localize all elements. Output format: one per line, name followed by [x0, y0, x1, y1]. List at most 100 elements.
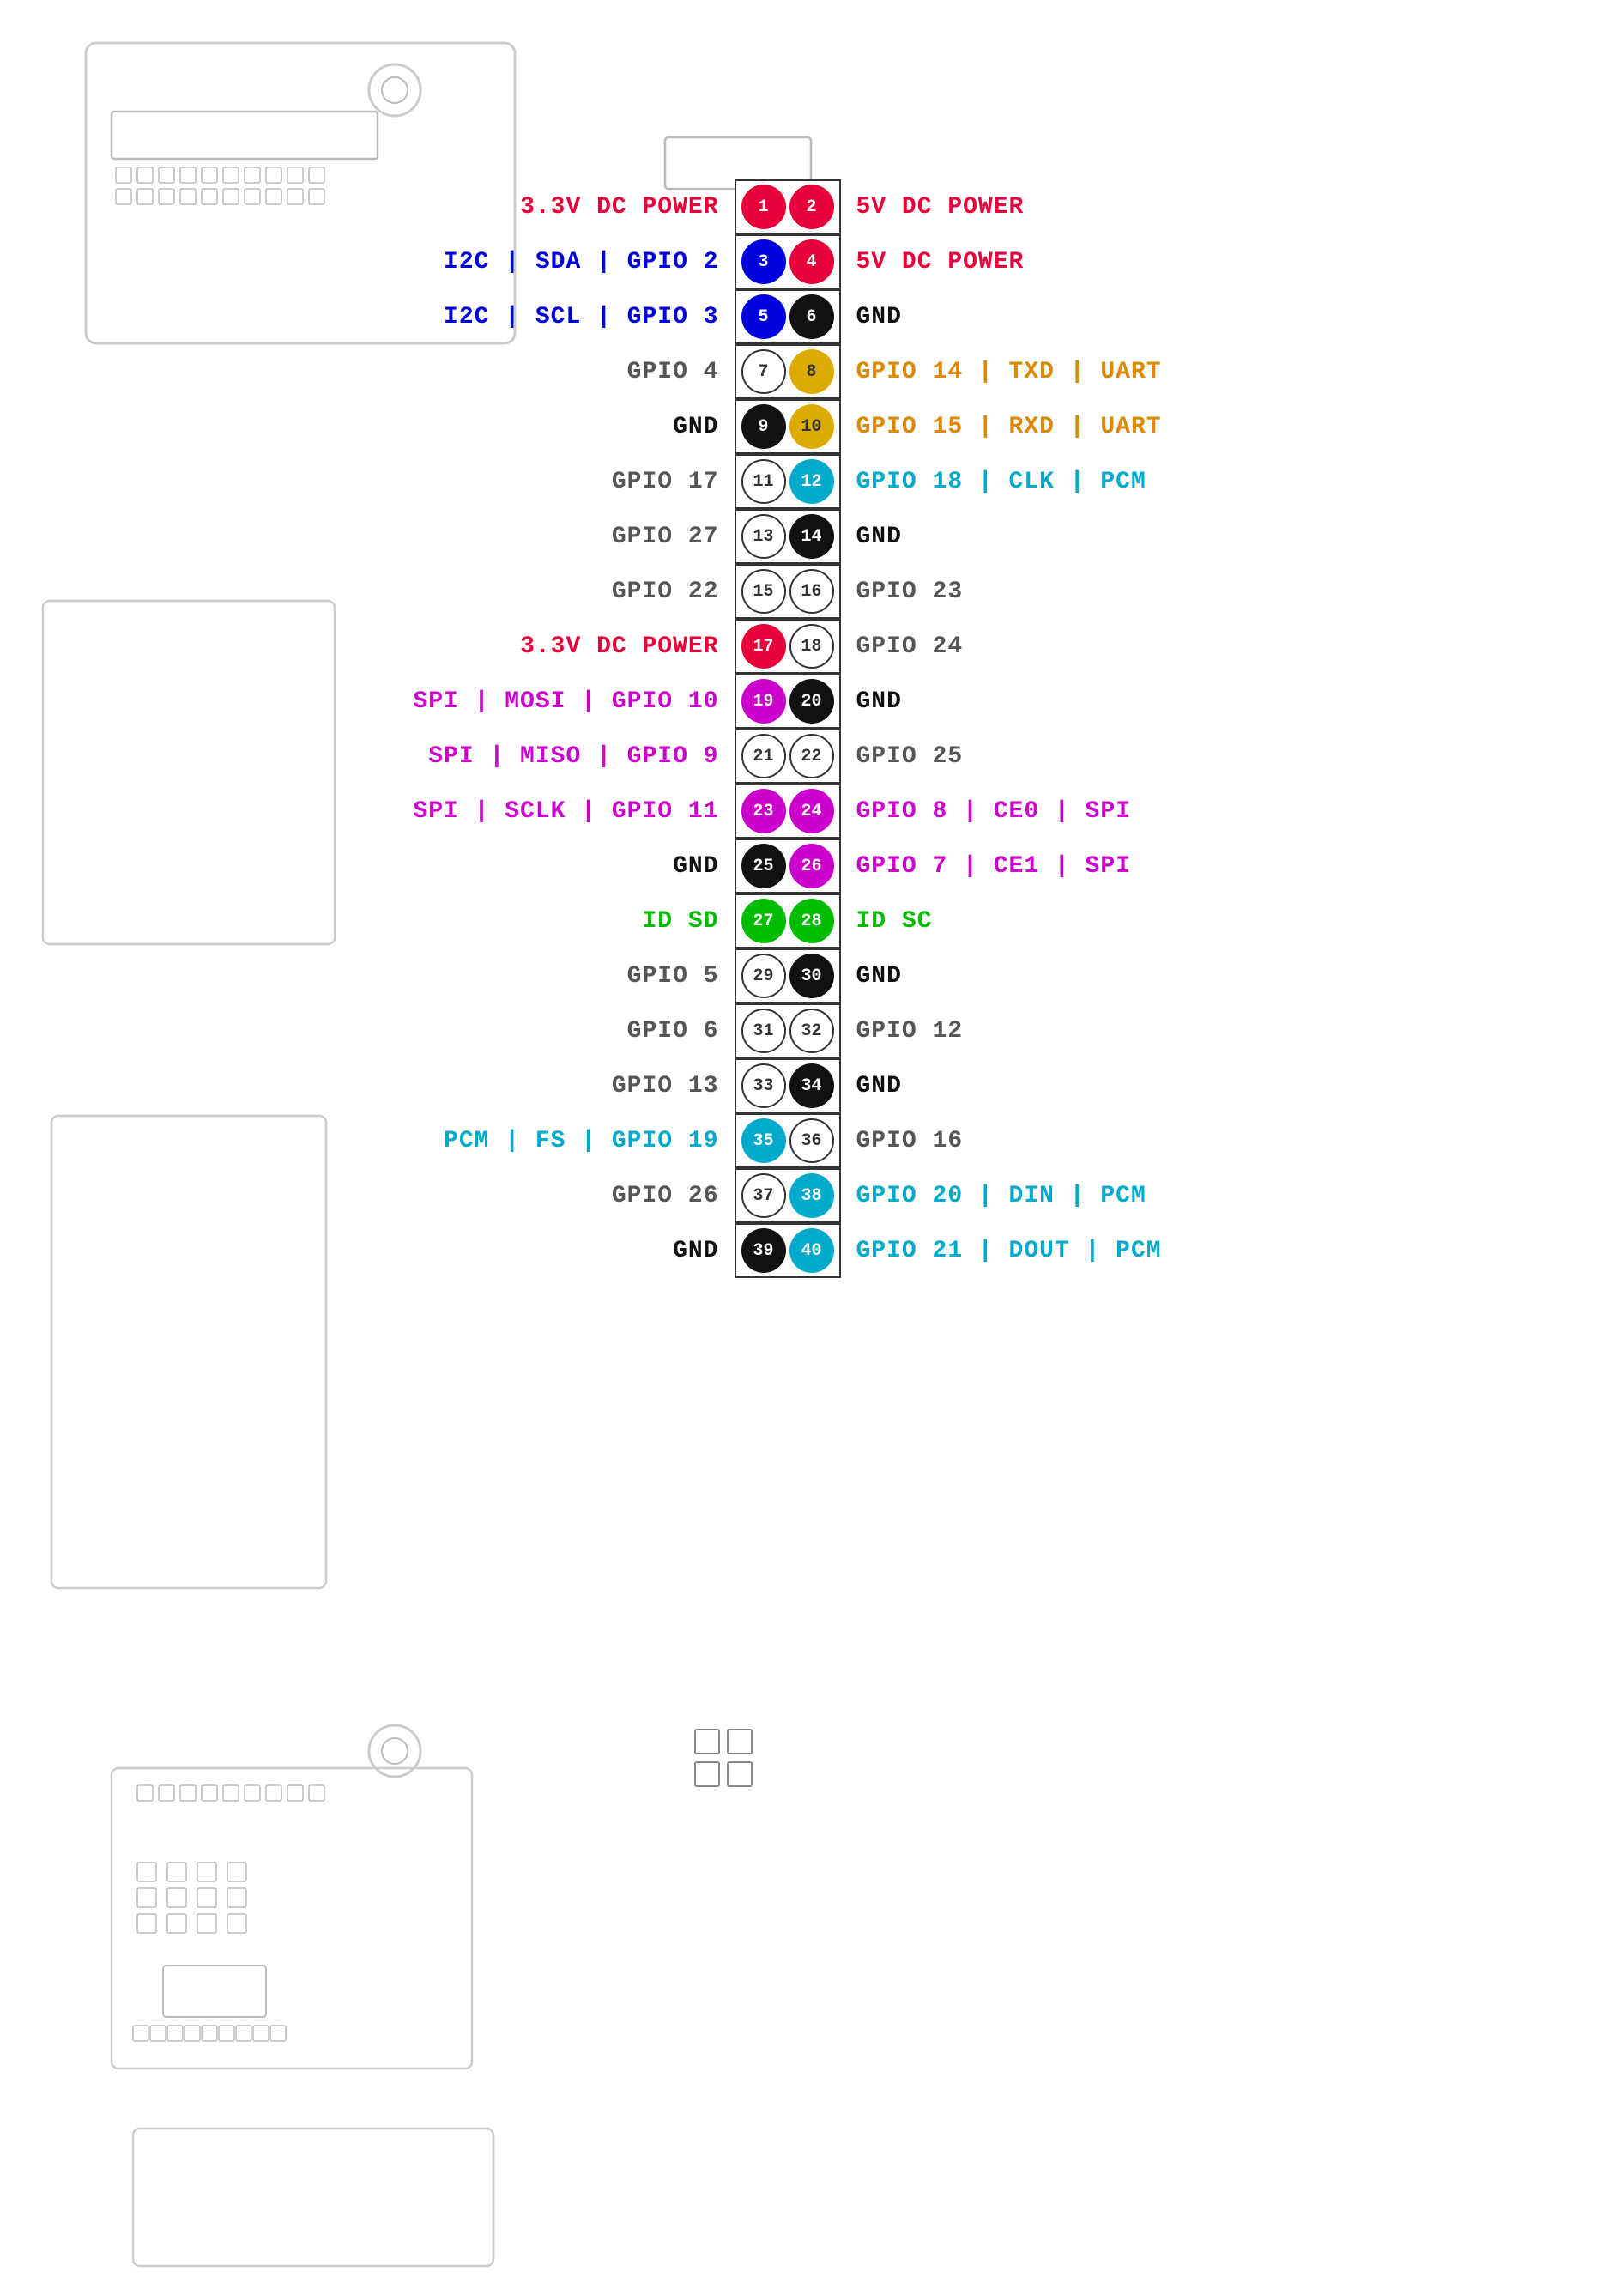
pin-left: 21: [741, 734, 786, 778]
right-label: GND: [841, 1073, 1373, 1100]
right-label: GPIO 16: [841, 1128, 1373, 1154]
left-label: GND: [237, 853, 735, 880]
left-label: I2C | SCL | GPIO 3: [237, 304, 735, 330]
gpio-row: 3.3V DC POWER 1 2 5V DC POWER: [237, 180, 1373, 233]
pin-left: 33: [741, 1063, 786, 1108]
pin-right: 12: [789, 459, 834, 504]
pin-pair: 3 4: [735, 234, 841, 289]
pin-left: 23: [741, 789, 786, 833]
left-label: SPI | SCLK | GPIO 11: [237, 798, 735, 825]
pin-pair: 29 30: [735, 948, 841, 1003]
pin-right: 10: [789, 404, 834, 449]
pin-pair: 39 40: [735, 1223, 841, 1278]
gpio-row: I2C | SDA | GPIO 2 3 4 5V DC POWER: [237, 235, 1373, 288]
left-label: SPI | MISO | GPIO 9: [237, 743, 735, 770]
right-label: GND: [841, 688, 1373, 715]
right-label: GPIO 18 | CLK | PCM: [841, 469, 1373, 495]
pin-pair: 25 26: [735, 839, 841, 894]
gpio-row: PCM | FS | GPIO 19 35 36 GPIO 16: [237, 1114, 1373, 1167]
gpio-row: GPIO 22 15 16 GPIO 23: [237, 565, 1373, 618]
pin-pair: 35 36: [735, 1113, 841, 1168]
pin-left: 1: [741, 185, 786, 229]
left-label: 3.3V DC POWER: [237, 194, 735, 221]
left-label: ID SD: [237, 908, 735, 935]
gpio-row: ID SD 27 28 ID SC: [237, 894, 1373, 948]
pin-pair: 19 20: [735, 674, 841, 729]
right-label: GPIO 7 | CE1 | SPI: [841, 853, 1373, 880]
pin-left: 13: [741, 514, 786, 559]
gpio-row: GPIO 17 11 12 GPIO 18 | CLK | PCM: [237, 455, 1373, 508]
gpio-row: GPIO 5 29 30 GND: [237, 949, 1373, 1003]
right-label: GND: [841, 304, 1373, 330]
gpio-row: GPIO 6 31 32 GPIO 12: [237, 1004, 1373, 1057]
gpio-row: GND 25 26 GPIO 7 | CE1 | SPI: [237, 839, 1373, 893]
gpio-row: 3.3V DC POWER 17 18 GPIO 24: [237, 620, 1373, 673]
left-label: GPIO 6: [237, 1018, 735, 1045]
pin-pair: 1 2: [735, 179, 841, 234]
pin-left: 9: [741, 404, 786, 449]
pin-left: 15: [741, 569, 786, 614]
gpio-table: 3.3V DC POWER 1 2 5V DC POWER I2C | SDA …: [0, 180, 1609, 1279]
left-label: SPI | MOSI | GPIO 10: [237, 688, 735, 715]
left-label: GPIO 26: [237, 1183, 735, 1209]
pin-pair: 5 6: [735, 289, 841, 344]
pin-pair: 15 16: [735, 564, 841, 619]
pin-right: 28: [789, 899, 834, 943]
left-label: GPIO 5: [237, 963, 735, 990]
pin-right: 8: [789, 349, 834, 394]
gpio-row: GND 9 10 GPIO 15 | RXD | UART: [237, 400, 1373, 453]
pin-pair: 23 24: [735, 784, 841, 839]
pin-right: 38: [789, 1173, 834, 1218]
right-label: GPIO 24: [841, 633, 1373, 660]
pin-right: 22: [789, 734, 834, 778]
right-label: GPIO 8 | CE0 | SPI: [841, 798, 1373, 825]
pin-right: 16: [789, 569, 834, 614]
pin-left: 39: [741, 1228, 786, 1273]
gpio-row: GND 39 40 GPIO 21 | DOUT | PCM: [237, 1224, 1373, 1277]
gpio-row: GPIO 13 33 34 GND: [237, 1059, 1373, 1112]
pin-pair: 7 8: [735, 344, 841, 399]
left-label: GPIO 27: [237, 524, 735, 550]
right-label: GPIO 12: [841, 1018, 1373, 1045]
pin-left: 35: [741, 1118, 786, 1163]
pin-pair: 33 34: [735, 1058, 841, 1113]
pin-pair: 9 10: [735, 399, 841, 454]
pin-pair: 37 38: [735, 1168, 841, 1223]
right-label: ID SC: [841, 908, 1373, 935]
right-label: 5V DC POWER: [841, 194, 1373, 221]
pin-left: 3: [741, 239, 786, 284]
pin-right: 4: [789, 239, 834, 284]
right-label: GND: [841, 524, 1373, 550]
pin-pair: 21 22: [735, 729, 841, 784]
pin-pair: 27 28: [735, 894, 841, 948]
pin-left: 5: [741, 294, 786, 339]
pin-left: 7: [741, 349, 786, 394]
pin-right: 6: [789, 294, 834, 339]
pin-left: 37: [741, 1173, 786, 1218]
pin-right: 24: [789, 789, 834, 833]
pin-right: 26: [789, 844, 834, 888]
left-label: GPIO 22: [237, 579, 735, 605]
pin-pair: 17 18: [735, 619, 841, 674]
pin-left: 11: [741, 459, 786, 504]
right-label: GPIO 14 | TXD | UART: [841, 359, 1373, 385]
pin-right: 20: [789, 679, 834, 724]
pin-pair: 31 32: [735, 1003, 841, 1058]
left-label: 3.3V DC POWER: [237, 633, 735, 660]
left-label: GND: [237, 1238, 735, 1264]
pin-right: 34: [789, 1063, 834, 1108]
pin-left: 19: [741, 679, 786, 724]
left-label: GPIO 17: [237, 469, 735, 495]
pin-pair: 11 12: [735, 454, 841, 509]
gpio-row: SPI | SCLK | GPIO 11 23 24 GPIO 8 | CE0 …: [237, 785, 1373, 838]
right-label: GPIO 21 | DOUT | PCM: [841, 1238, 1373, 1264]
gpio-row: SPI | MISO | GPIO 9 21 22 GPIO 25: [237, 730, 1373, 783]
gpio-row: SPI | MOSI | GPIO 10 19 20 GND: [237, 675, 1373, 728]
pin-left: 29: [741, 954, 786, 998]
pin-right: 32: [789, 1009, 834, 1053]
pin-left: 31: [741, 1009, 786, 1053]
gpio-row: GPIO 4 7 8 GPIO 14 | TXD | UART: [237, 345, 1373, 398]
pin-right: 40: [789, 1228, 834, 1273]
pin-right: 30: [789, 954, 834, 998]
pin-left: 17: [741, 624, 786, 669]
